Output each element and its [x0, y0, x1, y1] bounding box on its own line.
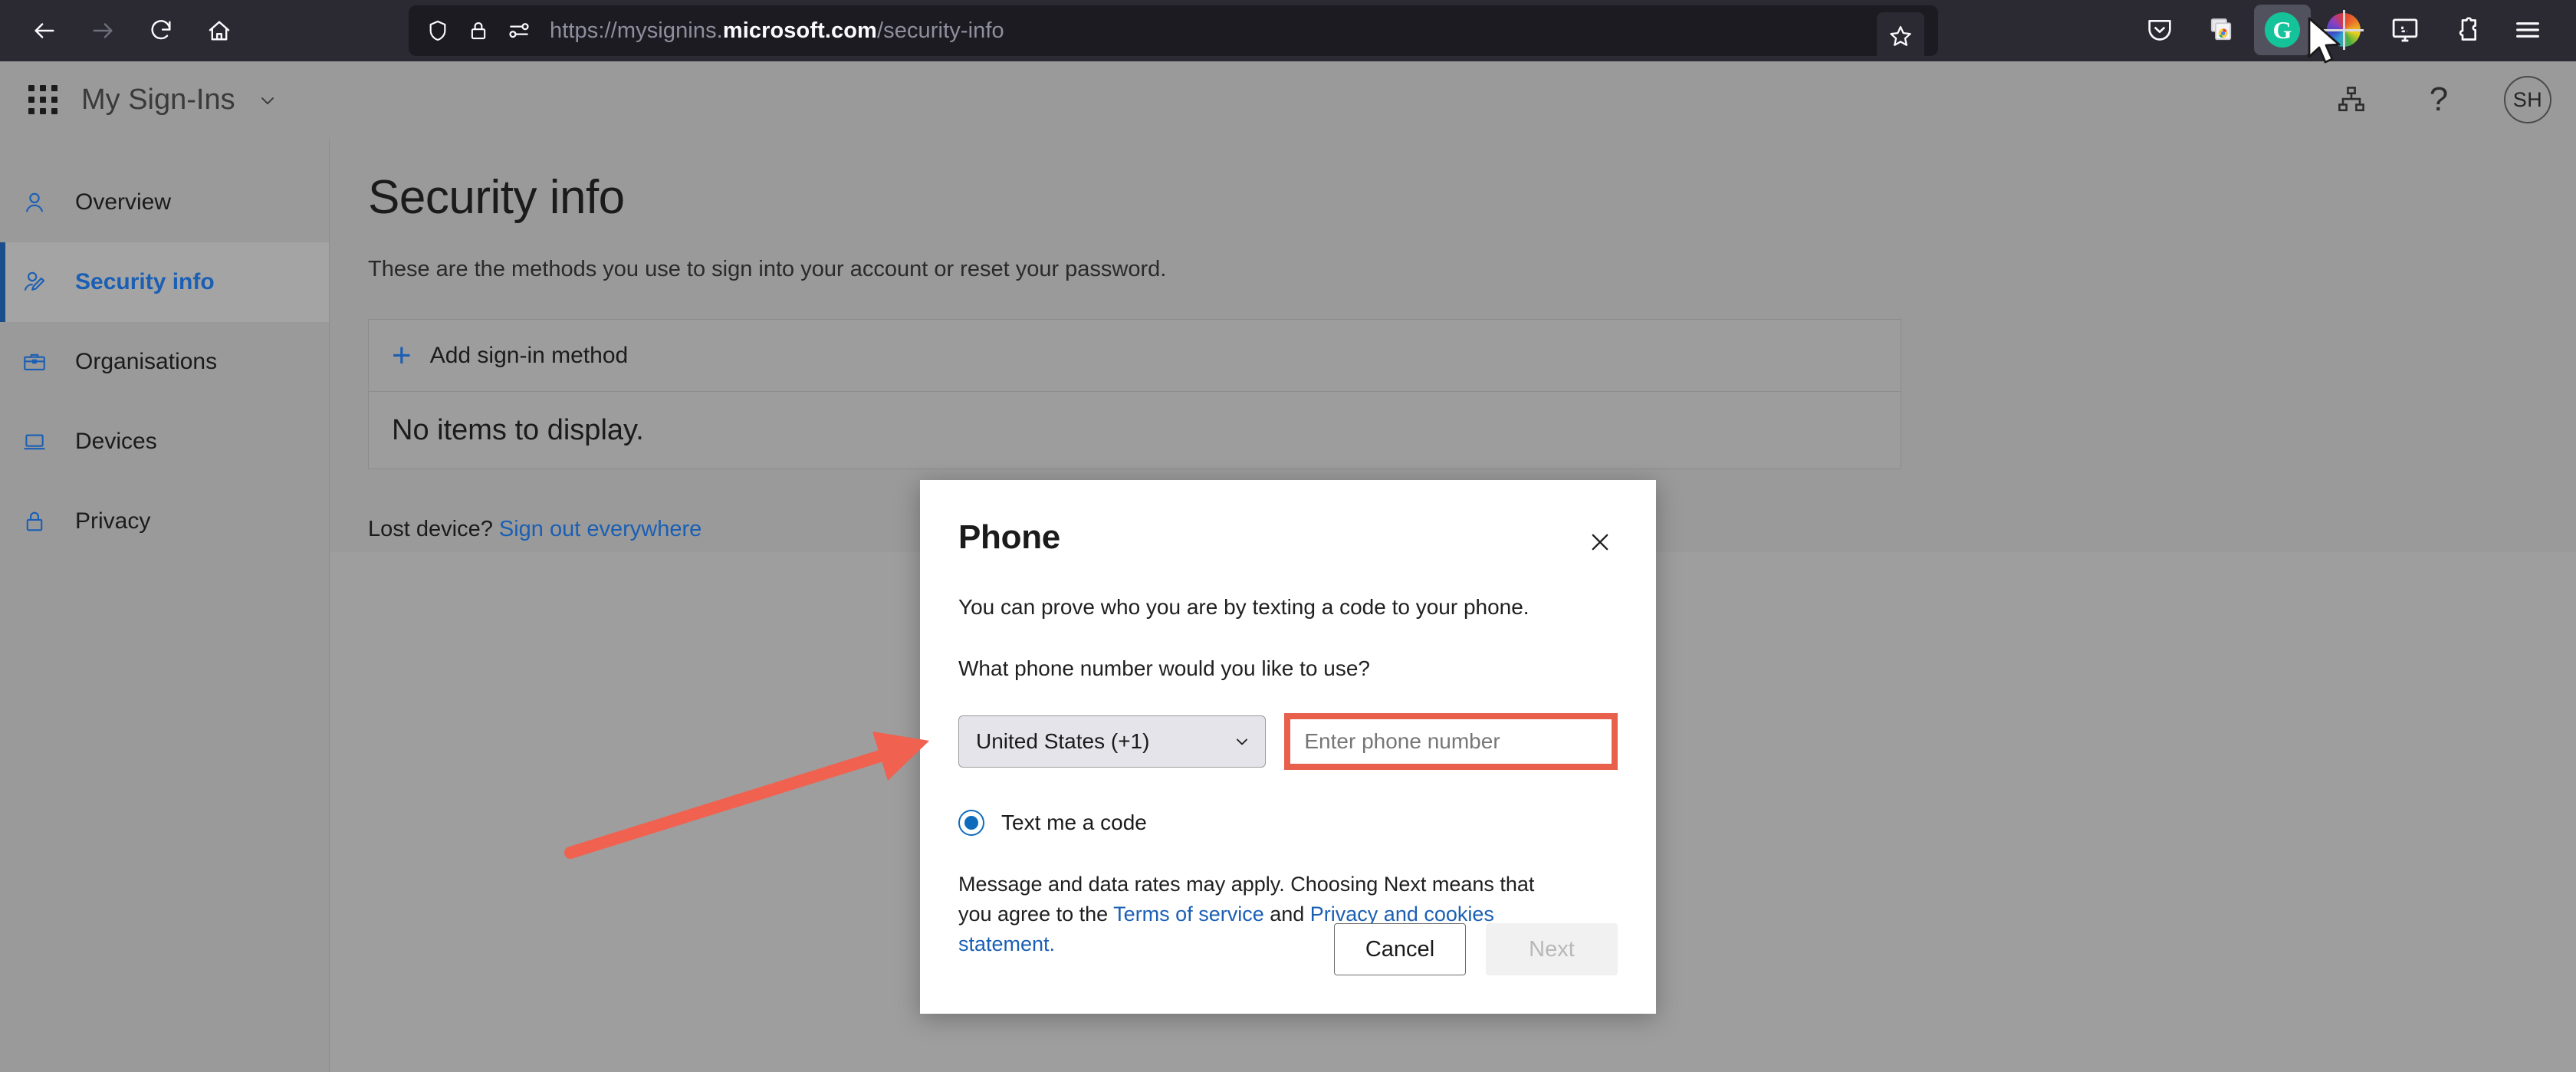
url-path: /security-info — [876, 18, 1004, 43]
annotation-arrow — [564, 731, 930, 859]
app-menu-button[interactable] — [2499, 5, 2556, 55]
sidebar-label-organisations: Organisations — [75, 349, 218, 374]
phone-input-row: United States (+1) — [958, 713, 1618, 770]
permissions-icon[interactable] — [507, 18, 531, 43]
page-subtitle: These are the methods you use to sign in… — [368, 257, 1167, 281]
sidebar-label-privacy: Privacy — [75, 508, 151, 534]
home-button[interactable] — [192, 8, 247, 54]
country-code-select[interactable]: United States (+1) — [958, 715, 1267, 768]
terms-middle: and — [1263, 903, 1310, 926]
next-button[interactable]: Next — [1486, 923, 1618, 975]
forward-arrow-icon — [93, 23, 113, 38]
plus-icon: + — [392, 336, 412, 374]
avatar[interactable]: SH — [2504, 76, 2551, 123]
sidebar-label-devices: Devices — [75, 429, 157, 454]
phone-number-input-highlight — [1284, 713, 1618, 770]
reload-icon — [151, 20, 171, 40]
sidebar-item-organisations[interactable]: Organisations — [0, 322, 329, 402]
pocket-button[interactable] — [2131, 5, 2188, 55]
grammarly-icon: G — [2265, 12, 2300, 48]
app-title-label: My Sign-Ins — [81, 83, 235, 116]
back-button[interactable] — [17, 8, 72, 54]
tabs-button[interactable] — [2193, 5, 2249, 55]
page-title: Security info — [368, 171, 625, 224]
mouse-cursor — [2308, 17, 2341, 64]
phone-number-input[interactable] — [1290, 719, 1612, 764]
pocket-icon — [2148, 20, 2171, 41]
navigation-buttons — [0, 8, 247, 54]
sidebar-item-security-info[interactable]: Security info — [0, 242, 329, 322]
screenshot-button[interactable] — [2377, 5, 2433, 55]
briefcase-icon — [21, 349, 57, 375]
empty-state-row: No items to display. — [369, 392, 1901, 469]
person-edit-icon — [21, 269, 57, 295]
organisation-button[interactable] — [2329, 77, 2374, 122]
reload-button[interactable] — [133, 8, 189, 54]
dialog-actions: Cancel Next — [1334, 923, 1618, 975]
dialog-header: Phone — [920, 480, 1656, 561]
dialog-body: You can prove who you are by texting a c… — [920, 595, 1656, 959]
puzzle-icon — [2459, 17, 2476, 41]
app-title[interactable]: My Sign-Ins — [81, 84, 278, 117]
sidebar: Overview Security info Organisations Dev… — [0, 138, 330, 1072]
url-text: https://mysignins.microsoft.com/security… — [550, 18, 1004, 44]
urlbar-icons — [426, 18, 531, 43]
help-button[interactable]: ? — [2417, 77, 2461, 122]
url-host: microsoft.com — [722, 18, 877, 43]
help-icon: ? — [2429, 81, 2449, 118]
bookmark-button[interactable] — [1877, 12, 1924, 60]
close-icon — [1592, 534, 1608, 551]
chevron-down-icon — [257, 90, 278, 111]
dialog-title: Phone — [958, 518, 1060, 556]
browser-toolbar: https://mysignins.microsoft.com/security… — [0, 0, 2576, 61]
back-arrow-icon — [34, 23, 54, 38]
add-method-label: Add sign-in method — [429, 342, 629, 368]
header-actions: ? SH — [2329, 61, 2551, 138]
sidebar-item-devices[interactable]: Devices — [0, 402, 329, 482]
sidebar-label-security-info: Security info — [75, 269, 215, 294]
org-hierarchy-icon — [2338, 87, 2364, 112]
cancel-button[interactable]: Cancel — [1334, 923, 1466, 975]
sidebar-label-overview: Overview — [75, 189, 172, 215]
country-code-value: United States (+1) — [976, 729, 1150, 753]
empty-state-text: No items to display. — [392, 413, 644, 446]
text-me-a-code-radio[interactable]: Text me a code — [958, 810, 1618, 836]
star-icon — [1890, 25, 1911, 46]
sign-out-everywhere-link[interactable]: Sign out everywhere — [499, 517, 702, 541]
grammarly-button[interactable]: G — [2254, 5, 2311, 55]
waffle-grid-icon — [28, 85, 58, 114]
forward-button[interactable] — [75, 8, 130, 54]
sidebar-item-overview[interactable]: Overview — [0, 163, 329, 242]
hamburger-menu-icon — [2516, 22, 2539, 38]
screenshot-icon — [2392, 18, 2418, 42]
close-button[interactable] — [1581, 523, 1619, 561]
dialog-question: What phone number would you like to use? — [958, 656, 1370, 680]
avatar-initials: SH — [2512, 87, 2543, 111]
padlock-icon[interactable] — [467, 19, 490, 42]
extensions-button[interactable] — [2438, 5, 2495, 55]
sidebar-item-privacy[interactable]: Privacy — [0, 482, 329, 561]
lost-device-label: Lost device? — [368, 517, 493, 541]
chevron-down-icon — [1237, 738, 1248, 745]
dialog-description: You can prove who you are by texting a c… — [958, 595, 1530, 619]
phone-dialog: Phone You can prove who you are by texti… — [920, 480, 1656, 1014]
tabs-icon — [2210, 18, 2232, 41]
laptop-icon — [21, 429, 57, 455]
app-header: My Sign-Ins ? SH — [0, 61, 2576, 138]
radio-selected-dot — [964, 816, 978, 830]
person-icon — [21, 189, 57, 215]
lock-icon — [21, 508, 57, 534]
url-scheme: https://mysignins. — [550, 18, 723, 43]
shield-icon[interactable] — [426, 18, 450, 43]
home-icon — [209, 21, 230, 41]
app-launcher-button[interactable] — [21, 78, 64, 121]
add-sign-in-method-button[interactable]: + Add sign-in method — [369, 320, 1901, 392]
sign-in-methods-card: + Add sign-in method No items to display… — [368, 319, 1901, 469]
radio-label: Text me a code — [1001, 811, 1147, 834]
url-bar[interactable]: https://mysignins.microsoft.com/security… — [409, 5, 1938, 60]
terms-of-service-link[interactable]: Terms of service — [1113, 903, 1264, 926]
